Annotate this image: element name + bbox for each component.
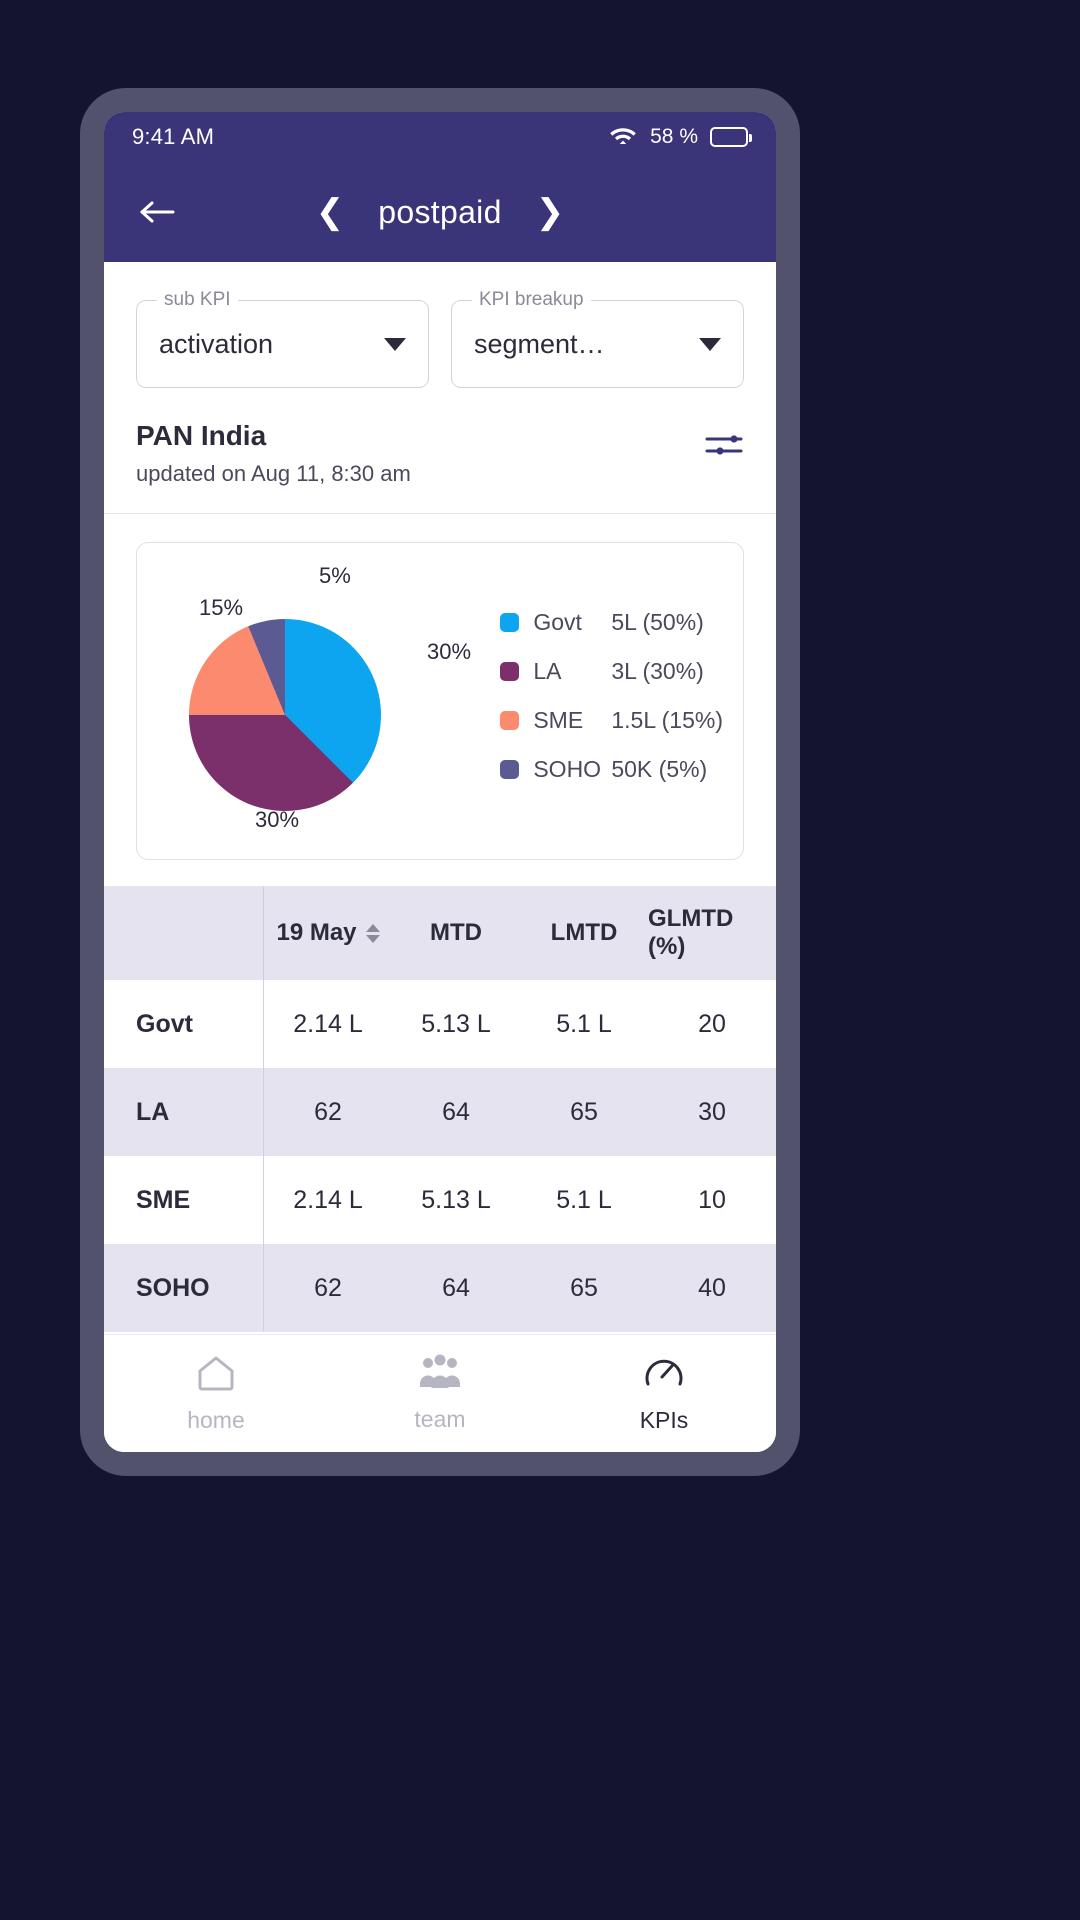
row-label: SME: [104, 1156, 264, 1244]
legend-label: Govt: [533, 609, 582, 635]
phone-screen: 9:41 AM 58 % ❮ postpaid ❯ sub KPI activa…: [104, 112, 776, 1452]
region-updated: updated on Aug 11, 8:30 am: [136, 461, 411, 486]
row-cell: 40: [698, 1273, 726, 1302]
page-title: postpaid: [378, 193, 502, 230]
legend-item: SOHO 50K (5%): [500, 756, 723, 783]
row-cell: 2.14 L: [293, 1009, 363, 1038]
tune-sliders-icon[interactable]: [704, 430, 744, 465]
nav-item-home[interactable]: home: [104, 1353, 328, 1434]
row-cell: 65: [570, 1097, 598, 1126]
sub-kpi-label: sub KPI: [157, 289, 238, 311]
team-icon: [417, 1354, 463, 1397]
speedometer-icon: [641, 1353, 687, 1398]
row-cell: 5.13 L: [421, 1185, 491, 1214]
status-indicators: 58 %: [608, 124, 752, 151]
app-bar: ❮ postpaid ❯: [104, 162, 776, 262]
legend-item: Govt 5L (50%): [500, 609, 723, 636]
legend-label: LA: [533, 658, 562, 684]
row-cell: 64: [442, 1097, 470, 1126]
row-cell: 20: [698, 1009, 726, 1038]
row-cell: 65: [570, 1273, 598, 1302]
nav-label: KPIs: [639, 1407, 689, 1433]
row-cell: 5.1 L: [556, 1185, 612, 1214]
sort-arrows-icon[interactable]: [365, 923, 380, 943]
row-cell: 62: [314, 1097, 342, 1126]
table-header-corner: [104, 886, 264, 980]
chevron-left-icon[interactable]: ❮: [316, 195, 345, 229]
chevron-down-icon[interactable]: [699, 337, 721, 351]
pie-slice-label: 15%: [199, 595, 244, 620]
table-header-lmtd: LMTD: [550, 919, 618, 946]
battery-icon: [710, 127, 752, 147]
legend-swatch-soho: [500, 760, 520, 779]
legend-item: LA 3L (30%): [500, 658, 723, 685]
back-arrow-icon[interactable]: [134, 189, 180, 235]
table-header-date-label: 19 May: [276, 919, 357, 946]
legend-swatch-sme: [500, 711, 520, 730]
home-icon: [194, 1353, 238, 1398]
status-time: 9:41 AM: [132, 124, 215, 149]
legend-swatch-govt: [500, 613, 520, 632]
chevron-right-icon[interactable]: ❯: [536, 195, 565, 229]
row-label: Govt: [104, 980, 264, 1068]
legend-value: 3L (30%): [611, 658, 704, 684]
legend-value: 50K (5%): [611, 756, 708, 782]
table-header-mtd: MTD: [430, 919, 482, 946]
screenshot-root: 9:41 AM 58 % ❮ postpaid ❯ sub KPI activa…: [0, 0, 1080, 1920]
region-header: PAN India updated on Aug 11, 8:30 am: [104, 394, 776, 514]
table-header-glmtd: GLMTD (%): [648, 905, 734, 960]
chart-legend: Govt 5L (50%) LA 3L (30%) SME 1.5L (15%): [500, 609, 723, 783]
battery-percent: 58 %: [650, 125, 698, 148]
pie-chart: [189, 619, 381, 811]
region-name: PAN India: [136, 420, 267, 451]
legend-value: 5L (50%): [611, 609, 704, 635]
kpi-table: 19 May MTD LMTD GLMTD (%) Govt 2.14 L 5.…: [104, 886, 776, 1334]
row-cell: 2.14 L: [293, 1185, 363, 1214]
nav-item-kpis[interactable]: KPIs: [552, 1353, 776, 1434]
legend-swatch-la: [500, 662, 520, 681]
status-bar: 9:41 AM 58 %: [104, 112, 776, 162]
table-row[interactable]: Govt 2.14 L 5.13 L 5.1 L 20: [104, 980, 776, 1068]
row-label: LA: [104, 1068, 264, 1156]
row-cell: 62: [314, 1273, 342, 1302]
pie-slice-label: 30%: [255, 807, 300, 832]
sub-kpi-value: activation: [159, 328, 274, 359]
filter-row: sub KPI activation KPI breakup segment…: [104, 262, 776, 394]
row-cell: 30: [698, 1097, 726, 1126]
pie-slice-label: 30%: [427, 639, 472, 664]
chevron-down-icon[interactable]: [384, 337, 406, 351]
nav-label: home: [187, 1407, 245, 1433]
sub-kpi-dropdown[interactable]: sub KPI activation: [136, 289, 429, 388]
row-cell: 64: [442, 1273, 470, 1302]
legend-label: SOHO: [533, 756, 602, 782]
row-cell: 5.13 L: [421, 1009, 491, 1038]
chart-section: Govt 5L (50%) LA 3L (30%) SME 1.5L (15%): [104, 514, 776, 886]
wifi-icon: [608, 124, 638, 151]
title-navigator: ❮ postpaid ❯: [104, 162, 776, 262]
table-row[interactable]: LA 62 64 65 30: [104, 1068, 776, 1156]
row-cell: 10: [698, 1185, 726, 1214]
pie-chart-card: Govt 5L (50%) LA 3L (30%) SME 1.5L (15%): [136, 542, 744, 860]
bottom-nav: home team KPIs: [104, 1334, 776, 1452]
pie-slice-label: 5%: [319, 563, 351, 588]
kpi-breakup-dropdown[interactable]: KPI breakup segment…: [451, 289, 744, 388]
legend-label: SME: [533, 707, 584, 733]
nav-item-team[interactable]: team: [328, 1354, 552, 1433]
kpi-breakup-value: segment…: [474, 328, 605, 359]
row-label: SOHO: [104, 1244, 264, 1332]
legend-item: SME 1.5L (15%): [500, 707, 723, 734]
kpi-breakup-label: KPI breakup: [472, 289, 591, 311]
legend-value: 1.5L (15%): [611, 707, 723, 733]
table-row[interactable]: SME 2.14 L 5.13 L 5.1 L 10: [104, 1156, 776, 1244]
table-row[interactable]: SOHO 62 64 65 40: [104, 1244, 776, 1332]
nav-label: team: [414, 1406, 466, 1432]
table-header-row: 19 May MTD LMTD GLMTD (%): [104, 886, 776, 980]
region-text-block: PAN India updated on Aug 11, 8:30 am: [136, 420, 411, 487]
table-header-date[interactable]: 19 May: [264, 886, 392, 980]
row-cell: 5.1 L: [556, 1009, 612, 1038]
